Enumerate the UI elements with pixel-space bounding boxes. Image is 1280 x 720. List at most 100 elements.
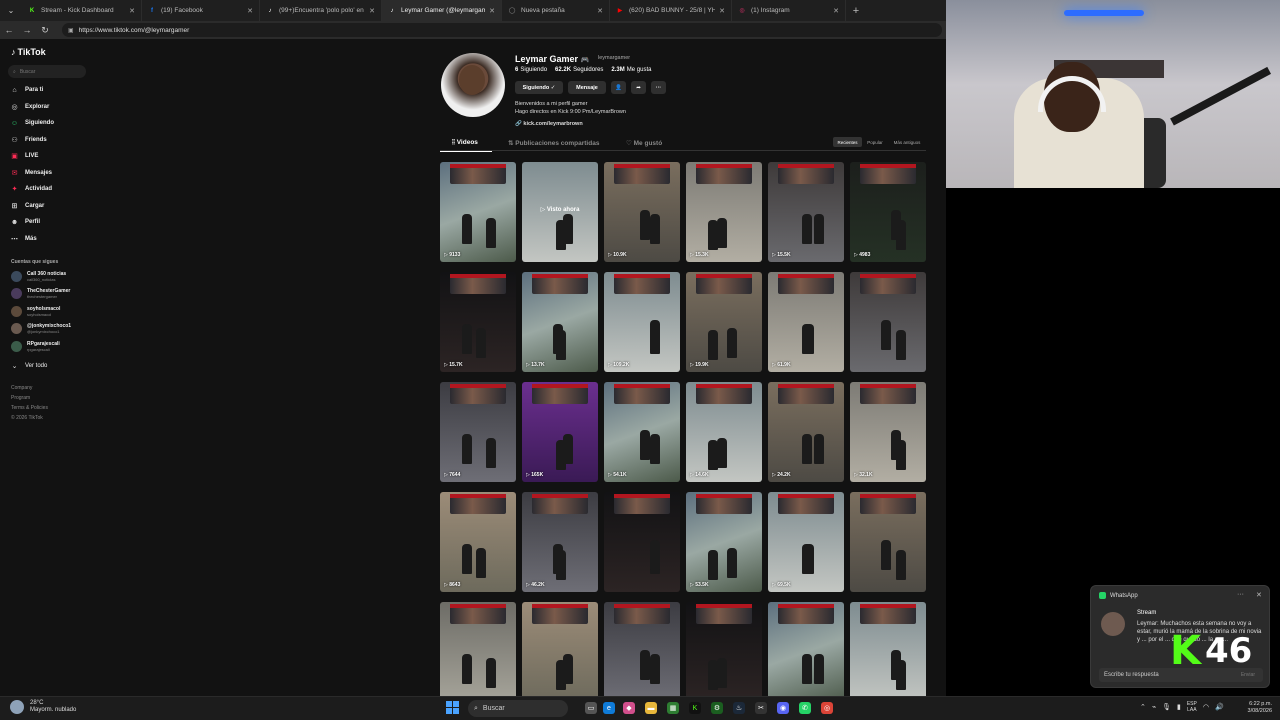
- browser-tab[interactable]: ◎ (1) Instagram ✕: [732, 0, 846, 21]
- sidebar-item-para-ti[interactable]: ⌂ Para ti: [10, 84, 43, 96]
- capcut-icon[interactable]: ✂: [755, 702, 767, 714]
- followers-stat[interactable]: 62.2K Seguidores: [555, 67, 603, 73]
- sidebar-item-m-s[interactable]: ⋯ Más: [10, 233, 37, 245]
- video-thumbnail[interactable]: ▷ 19.9K: [686, 272, 762, 372]
- sort-popular-button[interactable]: Popular: [864, 137, 886, 147]
- volume-icon[interactable]: 🔊: [1215, 703, 1224, 711]
- following-account[interactable]: RPgarajescali rpgarajescali: [11, 339, 60, 353]
- notification-close-icon[interactable]: ✕: [1256, 591, 1262, 599]
- close-tab-icon[interactable]: ✕: [129, 7, 135, 15]
- notification-more-icon[interactable]: ···: [1237, 591, 1244, 598]
- close-tab-icon[interactable]: ✕: [247, 7, 253, 15]
- bio-link[interactable]: 🔗 kick.com/leymarbrown: [515, 121, 583, 127]
- taskbar-clock[interactable]: 6:22 p.m. 3/08/2026: [1236, 701, 1272, 715]
- new-tab-button[interactable]: +: [846, 0, 866, 21]
- following-stat[interactable]: 6 Siguiendo: [515, 67, 547, 73]
- video-thumbnail[interactable]: ▷ 15.7K: [440, 272, 516, 372]
- footer-link[interactable]: Program: [11, 395, 30, 401]
- copilot-icon[interactable]: ◆: [623, 702, 635, 714]
- video-thumbnail[interactable]: ▷ 14.6K: [686, 382, 762, 482]
- footer-link[interactable]: Company: [11, 385, 32, 391]
- video-thumbnail[interactable]: ▷ 61.9K: [768, 272, 844, 372]
- video-thumbnail[interactable]: [850, 602, 926, 696]
- video-thumbnail[interactable]: ▷ 24.2K: [768, 382, 844, 482]
- tiktok-logo[interactable]: ♪ TikTok: [11, 47, 46, 57]
- weather-widget[interactable]: 28°C Mayorm. nublado: [10, 700, 76, 714]
- video-thumbnail[interactable]: ▷ 54.1K: [604, 382, 680, 482]
- sort-oldest-button[interactable]: Más antiguos: [888, 137, 926, 147]
- steam-icon[interactable]: ♨: [733, 702, 745, 714]
- browser-tab[interactable]: ◯ Nueva pestaña ✕: [502, 0, 610, 21]
- more-options-button[interactable]: ···: [651, 81, 666, 94]
- whatsapp-taskbar-icon[interactable]: ✆: [799, 702, 811, 714]
- following-account[interactable]: TheChesterGamer thechestergamer: [11, 287, 70, 301]
- see-all-link[interactable]: ⌄ Ver todo: [10, 360, 48, 372]
- battery-icon[interactable]: ▮: [1177, 703, 1181, 711]
- video-thumbnail[interactable]: ▷ 46.2K: [522, 492, 598, 592]
- close-tab-icon[interactable]: ✕: [369, 7, 375, 15]
- video-thumbnail[interactable]: [522, 602, 598, 696]
- sidebar-item-actividad[interactable]: ✦ Actividad: [10, 183, 52, 195]
- language-indicator[interactable]: ESP LAA: [1187, 701, 1197, 713]
- tab-list-dropdown-icon[interactable]: ⌄: [0, 0, 22, 21]
- reload-icon[interactable]: ↻: [36, 25, 54, 36]
- close-tab-icon[interactable]: ✕: [719, 7, 725, 15]
- video-thumbnail[interactable]: [850, 272, 926, 372]
- browser-tab[interactable]: ▶ (620) BAD BUNNY - 25/8 | YHLQMDLG ✕: [610, 0, 732, 21]
- sidebar-item-friends[interactable]: ⚇ Friends: [10, 134, 46, 146]
- search-input[interactable]: ⌕ Buscar: [8, 65, 86, 78]
- video-thumbnail[interactable]: ▷ 165K: [522, 382, 598, 482]
- store-icon[interactable]: ▦: [667, 702, 679, 714]
- following-account[interactable]: soyholsmacol soyholsmacol: [11, 304, 60, 318]
- network-icon[interactable]: ⌁: [1152, 703, 1156, 711]
- sidebar-item-cargar[interactable]: ⊞ Cargar: [10, 200, 45, 212]
- sort-recent-button[interactable]: Recientes: [833, 137, 862, 147]
- task-view-icon[interactable]: ▭: [585, 702, 597, 714]
- video-thumbnail[interactable]: [850, 492, 926, 592]
- video-thumbnail[interactable]: ▷ Visto ahora: [522, 162, 598, 262]
- add-friend-button[interactable]: 👤: [611, 81, 626, 94]
- following-account[interactable]: @jonkymixchoco1 @jonkymixchoco1: [11, 322, 71, 336]
- video-thumbnail[interactable]: ▷ 69.5K: [768, 492, 844, 592]
- file-explorer-icon[interactable]: ▬: [645, 702, 657, 714]
- footer-link[interactable]: Terms & Policies: [11, 405, 48, 411]
- profile-avatar[interactable]: [441, 53, 505, 117]
- tab-liked[interactable]: ♡ Me gustó: [626, 139, 662, 147]
- video-thumbnail[interactable]: ▷ 4983: [850, 162, 926, 262]
- sidebar-item-perfil[interactable]: ☻ Perfil: [10, 216, 40, 228]
- video-thumbnail[interactable]: [604, 492, 680, 592]
- video-thumbnail[interactable]: ▷ 13.7K: [522, 272, 598, 372]
- sidebar-item-explorar[interactable]: ◎ Explorar: [10, 101, 49, 113]
- browser-tab[interactable]: f (19) Facebook ✕: [142, 0, 260, 21]
- video-thumbnail[interactable]: ▷ 9133: [440, 162, 516, 262]
- kick-app-icon[interactable]: K: [689, 702, 701, 714]
- mic-icon[interactable]: 🎙: [1162, 703, 1171, 711]
- wifi-icon[interactable]: ◠: [1203, 703, 1209, 711]
- start-button[interactable]: [446, 701, 459, 714]
- tab-reposts[interactable]: ⇅ Publicaciones compartidas: [508, 139, 599, 147]
- sidebar-item-mensajes[interactable]: ✉ Mensajes: [10, 167, 52, 179]
- chrome-icon[interactable]: ◎: [821, 702, 833, 714]
- close-tab-icon[interactable]: ✕: [489, 7, 495, 15]
- chevron-up-icon[interactable]: ⌃: [1140, 703, 1146, 711]
- video-thumbnail[interactable]: ▷ 15.5K: [768, 162, 844, 262]
- forward-icon[interactable]: →: [18, 25, 36, 35]
- app-icon-green[interactable]: ⚙: [711, 702, 723, 714]
- video-thumbnail[interactable]: [604, 602, 680, 696]
- message-button[interactable]: Mensaje: [568, 81, 606, 94]
- url-field[interactable]: ▣ https://www.tiktok.com/@leymargamer: [62, 23, 942, 37]
- taskbar-search[interactable]: ⌕ Buscar: [468, 700, 568, 717]
- video-thumbnail[interactable]: ▷ 32.1K: [850, 382, 926, 482]
- close-tab-icon[interactable]: ✕: [597, 7, 603, 15]
- close-tab-icon[interactable]: ✕: [833, 7, 839, 15]
- share-button[interactable]: ➦: [631, 81, 646, 94]
- following-button[interactable]: Siguiendo ✓: [515, 81, 563, 94]
- tab-videos[interactable]: ⦙⦙ Videos: [452, 139, 478, 147]
- browser-tab[interactable]: ♪ (99+)Encuentra 'polo polo' en TikTok ✕: [260, 0, 382, 21]
- video-thumbnail[interactable]: [768, 602, 844, 696]
- discord-icon[interactable]: ◉: [777, 702, 789, 714]
- back-icon[interactable]: ←: [0, 25, 18, 35]
- edge-icon[interactable]: e: [603, 702, 615, 714]
- video-thumbnail[interactable]: ▷ 8643: [440, 492, 516, 592]
- site-info-icon[interactable]: ▣: [68, 27, 74, 34]
